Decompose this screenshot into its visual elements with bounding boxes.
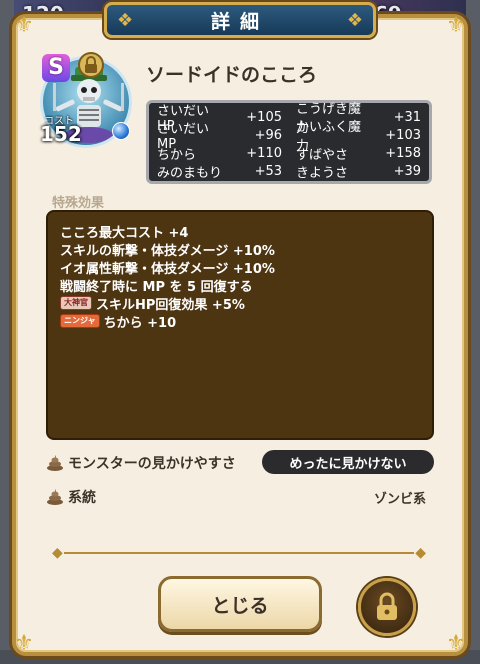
special-effects-title: 特殊効果 xyxy=(52,196,105,211)
stat-value: +103 xyxy=(385,127,421,143)
stat-label: きようさ xyxy=(296,165,349,181)
effect-text: スキルHP回復効果 +5% xyxy=(96,297,245,313)
title-ornament-icon: ❖ xyxy=(117,10,134,31)
cost-value: 152 xyxy=(40,122,82,146)
stat-value: +53 xyxy=(254,163,282,179)
lock-icon xyxy=(78,52,104,78)
rarity-value-pill: めったに見かけない xyxy=(262,450,434,474)
ornamental-divider: ◆ ◆ xyxy=(52,545,426,561)
list-item: 大神官 スキルHP回復効果 +5% xyxy=(60,294,420,313)
list-item: 戦闘終了時に MP を 5 回復する xyxy=(60,276,420,295)
rarity-row: モンスターの見かけやすさ めったに見かけない xyxy=(46,450,434,476)
close-button[interactable]: とじる xyxy=(158,576,322,632)
family-value: ゾンビ系 xyxy=(373,492,426,507)
heart-avatar: S コスト 152 xyxy=(40,52,136,152)
poop-icon xyxy=(47,455,63,471)
stat-value: +105 xyxy=(246,109,282,125)
background-right-edge xyxy=(466,0,480,664)
corner-ornament-icon: ⚜ xyxy=(446,631,466,656)
lock-toggle-button[interactable] xyxy=(358,578,416,636)
job-tag-badge: 大神官 xyxy=(60,296,92,310)
stat-label: ちから xyxy=(157,147,197,163)
title-ornament-icon: ❖ xyxy=(346,10,363,31)
stat-value: +110 xyxy=(246,145,282,161)
family-row: 系統 ゾンビ系 xyxy=(46,484,434,510)
stat-value: +96 xyxy=(254,127,282,143)
stat-row: ちから +110 すばやさ +158 xyxy=(157,144,421,163)
stat-value: +158 xyxy=(385,145,421,161)
special-effects-list[interactable]: こころ最大コスト +4 スキルの斬撃・体技ダメージ +10% イオ属性斬撃・体技… xyxy=(46,210,434,440)
divider-end-icon: ◆ xyxy=(52,545,63,561)
job-tag-badge: ニンジャ xyxy=(60,314,100,328)
rarity-label: モンスターの見かけやすさ xyxy=(68,456,236,472)
corner-ornament-icon: ⚜ xyxy=(14,13,34,38)
poop-icon xyxy=(47,489,63,505)
blue-orb-icon xyxy=(112,122,130,140)
effect-text: 戦闘終了時に MP を 5 回復する xyxy=(60,279,253,295)
effect-text: イオ属性斬撃・体技ダメージ +10% xyxy=(60,261,275,277)
dialog-title: 詳細 xyxy=(210,10,269,33)
corner-ornament-icon: ⚜ xyxy=(14,631,34,656)
stat-value: +31 xyxy=(393,109,421,125)
corner-ornament-icon: ⚜ xyxy=(446,13,466,38)
stats-table: さいだいHP +105 こうげき魔力 +31 さいだいMP +96 かいふく魔力… xyxy=(146,100,432,184)
divider-end-icon: ◆ xyxy=(415,545,426,561)
stat-value: +39 xyxy=(393,163,421,179)
stat-label: すばやさ xyxy=(296,147,349,163)
effect-text: こころ最大コスト +4 xyxy=(60,225,189,241)
list-item: こころ最大コスト +4 xyxy=(60,222,420,241)
list-item: イオ属性斬撃・体技ダメージ +10% xyxy=(60,258,420,277)
family-label: 系統 xyxy=(68,490,96,506)
dialog-title-banner: ❖ 詳細 ❖ xyxy=(104,2,376,38)
rank-badge: S xyxy=(42,54,70,82)
list-item: ニンジャ ちから +10 xyxy=(60,312,420,331)
effect-text: スキルの斬撃・体技ダメージ +10% xyxy=(60,243,275,259)
stat-row: みのまもり +53 きようさ +39 xyxy=(157,162,421,181)
effect-text: ちから +10 xyxy=(103,315,177,331)
stat-row: さいだいMP +96 かいふく魔力 +103 xyxy=(157,120,421,154)
list-item: スキルの斬撃・体技ダメージ +10% xyxy=(60,240,420,259)
lock-icon xyxy=(377,592,397,620)
stat-label: みのまもり xyxy=(157,165,223,181)
rarity-value: めったに見かけない xyxy=(289,456,407,472)
heart-name: ソードイドのこころ xyxy=(146,64,318,86)
